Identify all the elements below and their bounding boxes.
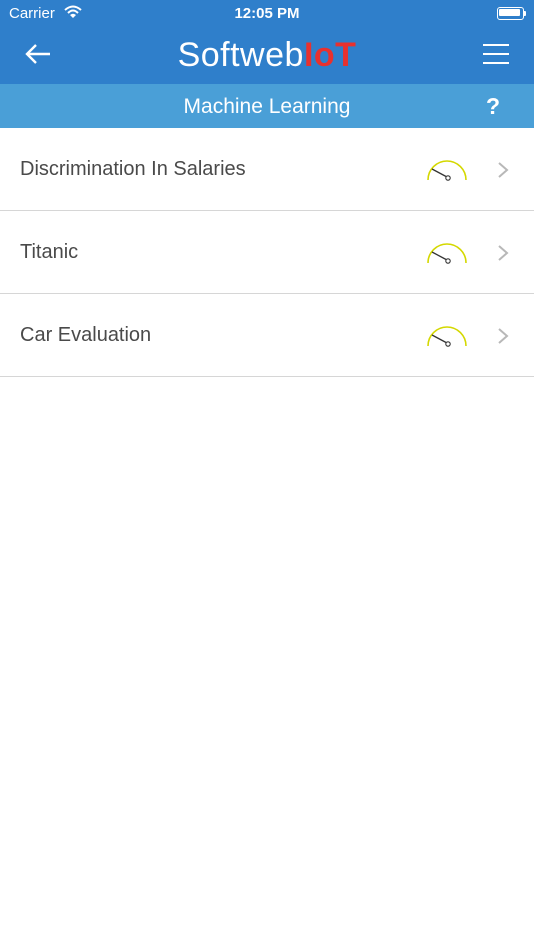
help-button[interactable]: ? bbox=[486, 93, 500, 120]
section-header: Machine Learning ? bbox=[0, 84, 534, 128]
hamburger-menu-icon[interactable] bbox=[483, 43, 509, 65]
gauge-icon bbox=[427, 326, 467, 347]
battery-icon bbox=[497, 7, 526, 20]
logo-text-primary: Softweb bbox=[177, 36, 304, 74]
model-list: Discrimination In Salaries Titanic Car E… bbox=[0, 128, 534, 377]
list-item-label: Discrimination In Salaries bbox=[20, 158, 246, 180]
list-item[interactable]: Car Evaluation bbox=[0, 294, 534, 377]
chevron-right-icon bbox=[498, 162, 509, 178]
logo-text-accent: IoT bbox=[303, 36, 357, 74]
chevron-right-icon bbox=[498, 245, 509, 261]
app-logo: SoftwebIoT bbox=[0, 36, 534, 75]
list-item[interactable]: Discrimination In Salaries bbox=[0, 128, 534, 211]
top-bar: Carrier 12:05 PM SoftwebIoT bbox=[0, 0, 534, 84]
gauge-icon bbox=[427, 160, 467, 181]
status-time: 12:05 PM bbox=[234, 5, 300, 22]
page-title: Machine Learning bbox=[183, 95, 351, 118]
list-item-label: Titanic bbox=[20, 241, 79, 263]
list-item[interactable]: Titanic bbox=[0, 211, 534, 294]
chevron-right-icon bbox=[498, 328, 509, 344]
list-item-label: Car Evaluation bbox=[20, 324, 152, 346]
gauge-icon bbox=[427, 243, 467, 264]
status-bar: Carrier 12:05 PM bbox=[0, 0, 534, 28]
